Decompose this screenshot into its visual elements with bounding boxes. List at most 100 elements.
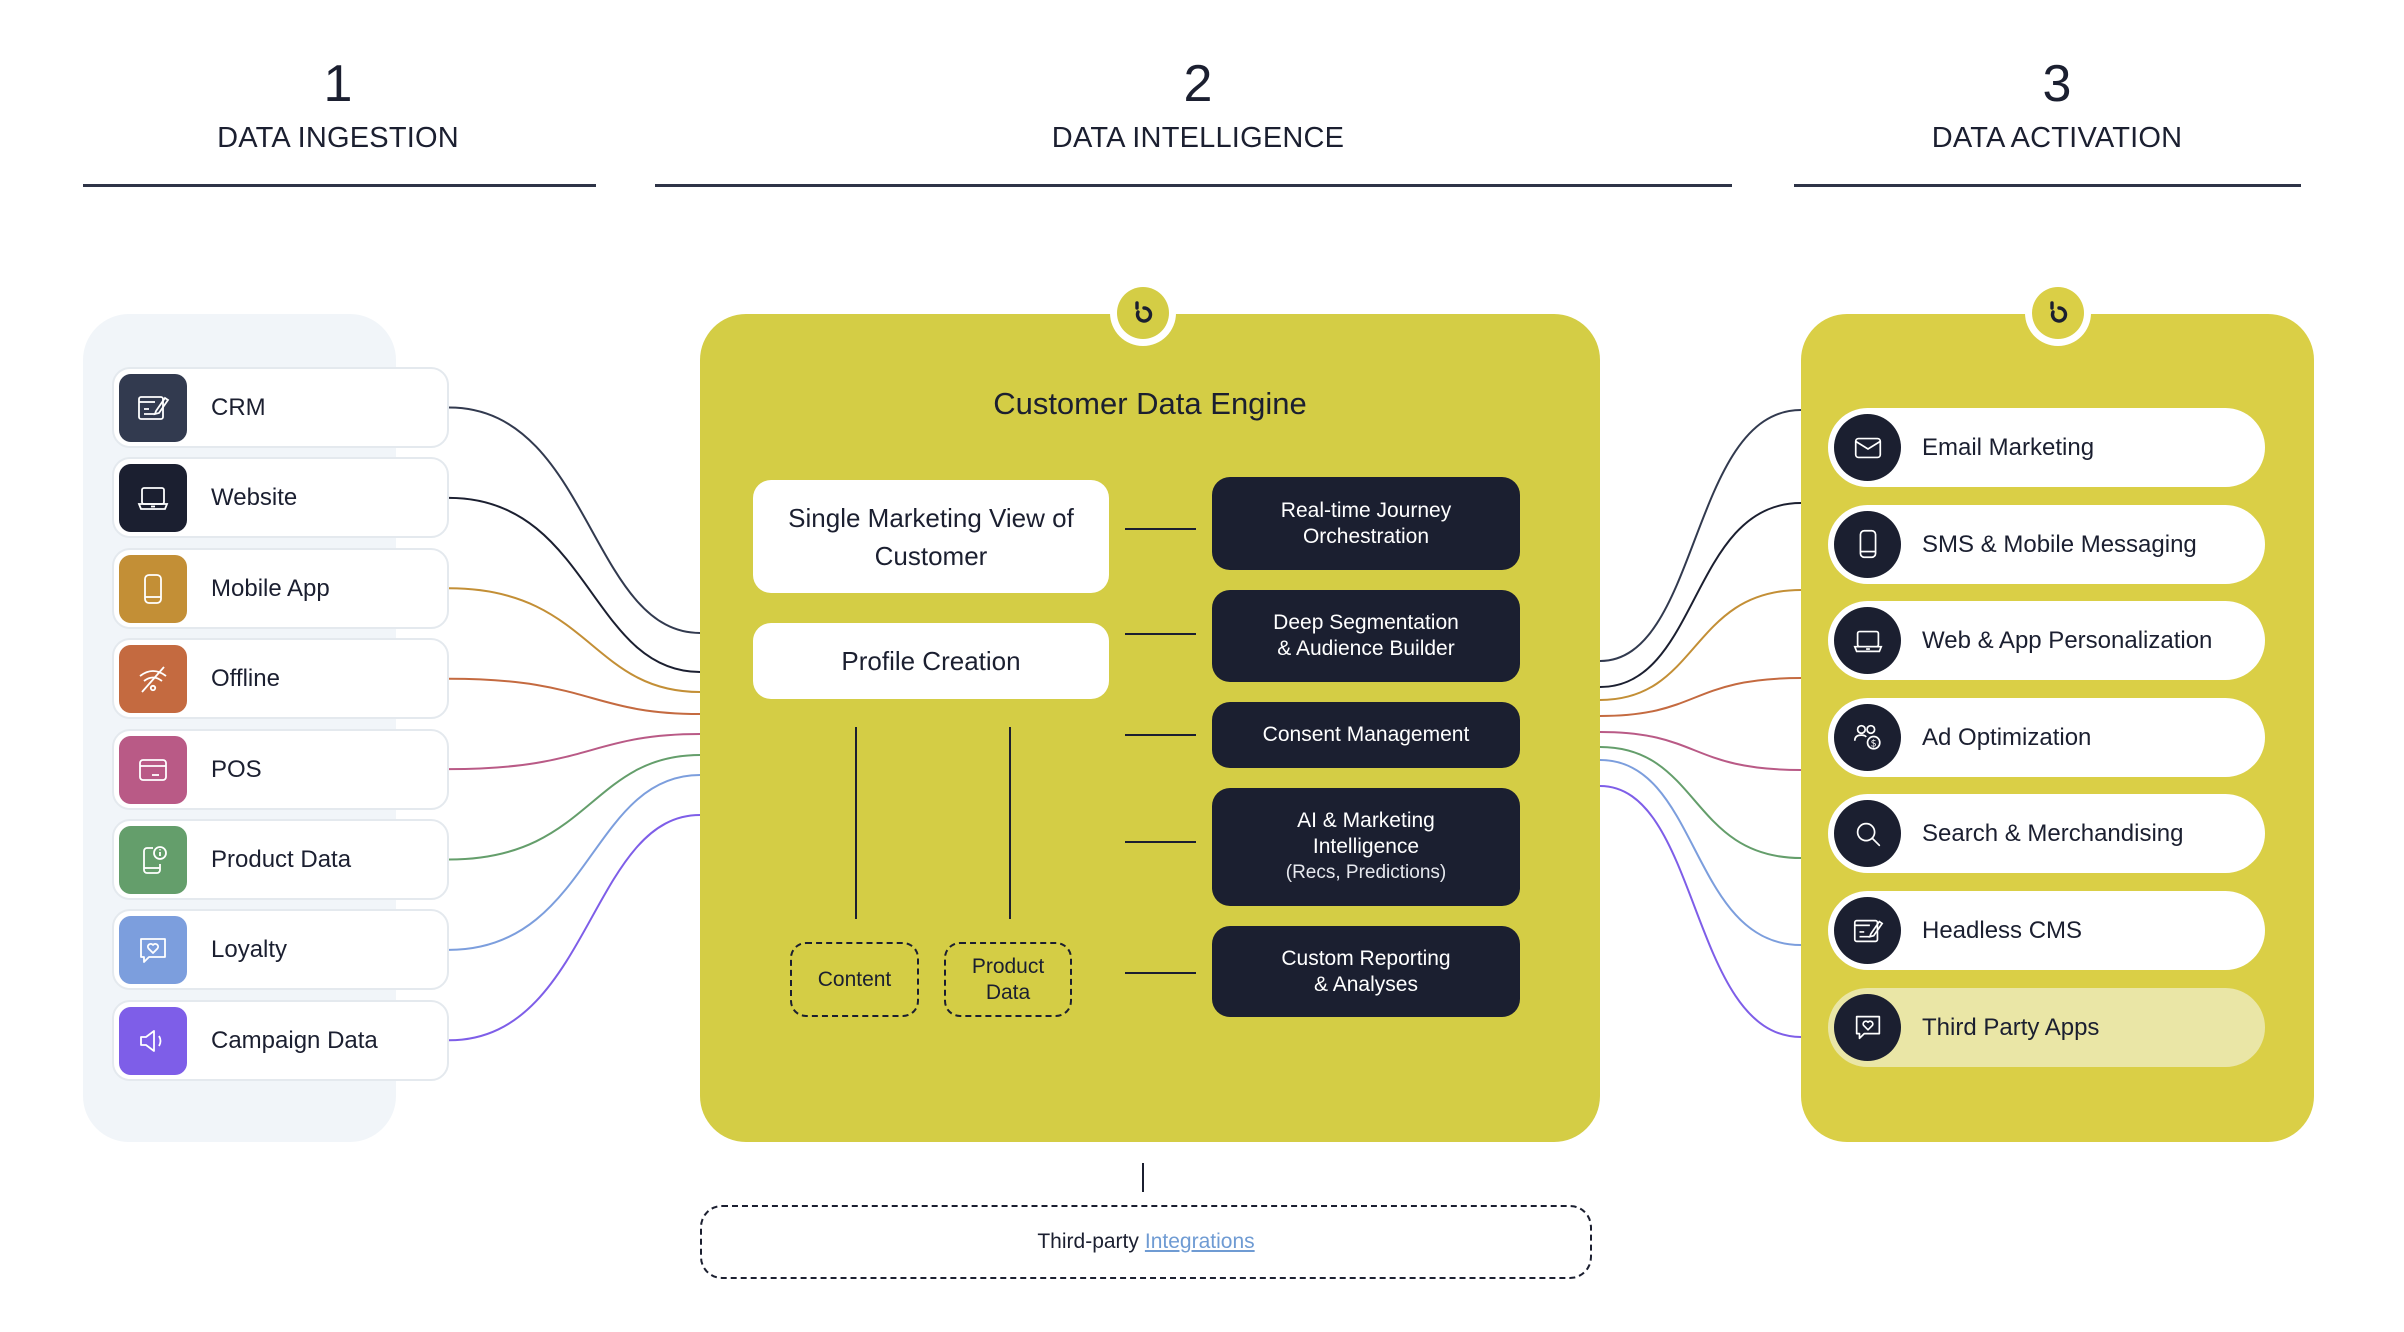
source-card-website[interactable]: Website [112, 457, 449, 539]
destination-label: Headless CMS [1922, 917, 2083, 944]
profile-creation-box[interactable]: Profile Creation [753, 623, 1109, 699]
integrations-prefix: Third-party [1037, 1230, 1139, 1253]
destination-ad-optimization[interactable]: $ Ad Optimization [1828, 697, 2265, 777]
capability-realtime-journey[interactable]: Real-time Journey Orchestration [1212, 477, 1520, 570]
crm-edit-icon [119, 374, 187, 442]
capability-label: Consent Management [1262, 723, 1470, 746]
activation-connector-curve [1599, 759, 1802, 946]
integrations-link[interactable]: Integrations [1145, 1230, 1255, 1254]
capability-label: & Analyses [1314, 972, 1418, 996]
column-1-divider [83, 184, 596, 187]
capability-sublabel: (Recs, Predictions) [1285, 862, 1447, 883]
destination-label: Third Party Apps [1922, 1013, 2100, 1041]
source-card-campaign-data[interactable]: Campaign Data [112, 999, 449, 1081]
destination-email-marketing[interactable]: Email Marketing [1828, 408, 2265, 487]
source-label: Website [211, 484, 298, 512]
activation-badge [2025, 280, 2091, 346]
capability-connector [1125, 633, 1196, 635]
chat-heart-icon [119, 916, 187, 985]
third-party-integrations-box: Third-party Integrations [700, 1205, 1592, 1279]
column-3-number: 3 [2042, 55, 2072, 113]
column-2-divider [655, 184, 1732, 187]
activation-connector-curve [1599, 785, 1802, 1038]
source-label: CRM [211, 394, 266, 421]
column-1-number: 1 [323, 55, 353, 113]
destination-label: Ad Optimization [1922, 723, 2092, 751]
source-label: Mobile App [211, 574, 330, 602]
destination-headless-cms[interactable]: Headless CMS [1828, 891, 2265, 970]
source-card-loyalty[interactable]: Loyalty [112, 909, 449, 991]
activation-connector-curve [1599, 409, 1802, 662]
product-data-connector [1009, 727, 1011, 919]
engine-title: Customer Data Engine [993, 386, 1307, 421]
envelope-icon [1834, 414, 1901, 481]
column-3-divider [1794, 184, 2301, 187]
destination-label: Search & Merchandising [1922, 820, 2184, 848]
megaphone-icon [119, 1006, 187, 1075]
capability-label: & Audience Builder [1277, 637, 1455, 660]
column-2-title: DATA INTELLIGENCE [1051, 122, 1345, 154]
mobile-info-icon [119, 826, 187, 894]
destination-search-merchandising[interactable]: Search & Merchandising [1828, 794, 2265, 874]
capability-connector [1125, 734, 1196, 736]
activation-connector-curve [1599, 731, 1802, 771]
integrations-connector [1142, 1163, 1144, 1192]
capability-ai-marketing-intelligence[interactable]: AI & Marketing Intelligence (Recs, Predi… [1212, 788, 1520, 906]
laptop-icon [119, 464, 187, 533]
ingestion-connector-curve [448, 814, 701, 1042]
capability-label: Custom Reporting [1281, 946, 1451, 970]
destination-label: Web & App Personalization [1922, 627, 2213, 655]
capability-connector [1125, 972, 1196, 974]
brand-logo-icon [1117, 287, 1169, 339]
ingestion-connector-curve [448, 496, 701, 673]
content-input-box[interactable]: Content [790, 942, 919, 1017]
capability-consent-management[interactable]: Consent Management [1212, 702, 1520, 768]
mobile-icon [1834, 510, 1901, 578]
ingestion-connector-curve [448, 587, 701, 693]
activation-connector-curve [1599, 677, 1802, 717]
destination-third-party-apps[interactable]: Third Party Apps [1828, 987, 2265, 1067]
source-card-mobile-app[interactable]: Mobile App [112, 547, 449, 629]
cms-edit-icon [1834, 897, 1901, 964]
source-card-pos[interactable]: POS [112, 728, 449, 810]
capability-label: Orchestration [1302, 524, 1430, 548]
chat-heart-icon [1834, 993, 1901, 1061]
column-1-title: DATA INGESTION [217, 122, 459, 154]
ingestion-connector-curve [448, 754, 701, 861]
destination-sms-mobile-messaging[interactable]: SMS & Mobile Messaging [1828, 504, 2265, 584]
single-marketing-view-box[interactable]: Single Marketing View of Customer [753, 480, 1109, 593]
capability-deep-segmentation[interactable]: Deep Segmentation & Audience Builder [1212, 590, 1520, 682]
source-label: Offline [211, 665, 280, 693]
source-card-offline[interactable]: Offline [112, 638, 449, 720]
source-label: Product Data [211, 846, 352, 873]
ingestion-connector-curve [448, 774, 701, 951]
mobile-icon [119, 554, 187, 623]
destination-web-app-personalization[interactable]: Web & App Personalization [1828, 601, 2265, 681]
engine-badge [1110, 280, 1176, 346]
activation-connector-curve [1599, 746, 1802, 859]
capability-label: Deep Segmentation [1273, 611, 1459, 634]
activation-connector-curve [1599, 502, 1802, 688]
ingestion-connector-curve [448, 733, 701, 771]
users-dollar-icon: $ [1834, 703, 1901, 771]
content-connector [855, 727, 857, 919]
source-card-product-data[interactable]: Product Data [112, 819, 449, 900]
capability-custom-reporting[interactable]: Custom Reporting & Analyses [1212, 926, 1520, 1017]
product-data-input-box[interactable]: Product Data [944, 942, 1072, 1017]
capability-connector [1125, 528, 1196, 530]
wifi-off-icon [119, 645, 187, 714]
destination-label: SMS & Mobile Messaging [1922, 530, 2197, 558]
credit-card-icon [119, 735, 187, 804]
ingestion-connector-curve [448, 677, 701, 715]
destination-label: Email Marketing [1922, 434, 2095, 461]
capability-label: Real-time Journey [1280, 498, 1452, 522]
column-3-title: DATA ACTIVATION [1931, 122, 2183, 154]
laptop-icon [1834, 607, 1901, 675]
capability-label: AI & Marketing [1297, 809, 1435, 832]
column-2-number: 2 [1183, 55, 1213, 113]
source-label: Loyalty [211, 936, 288, 964]
source-label: POS [211, 755, 262, 783]
source-card-crm[interactable]: CRM [112, 367, 449, 448]
search-icon [1834, 800, 1901, 868]
activation-connector-curve [1599, 589, 1802, 701]
